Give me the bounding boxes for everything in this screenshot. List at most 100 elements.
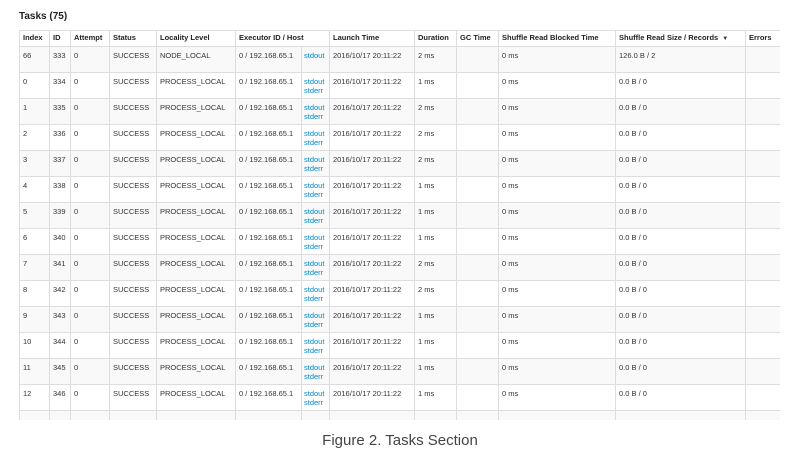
stdout-link[interactable]: stdout: [304, 259, 327, 268]
cell-shuffle-read-size-records: 0.0 B / 0: [615, 150, 747, 177]
cell-index: 5: [19, 202, 50, 229]
stdout-link[interactable]: stdout: [304, 181, 327, 190]
column-header-index[interactable]: Index: [19, 30, 50, 47]
cell-gc-time: [456, 98, 500, 125]
cell-logs: stdout: [300, 46, 331, 73]
stdout-link[interactable]: stdout: [304, 129, 327, 138]
cell-shuffle-read-size-records: 0.0 B / 0: [615, 72, 747, 99]
cell-gc-time: [456, 254, 500, 281]
column-header-executor-host[interactable]: Executor ID / Host: [234, 30, 331, 47]
column-header-launch-time[interactable]: Launch Time: [329, 30, 416, 47]
cell-gc-time: [456, 280, 500, 307]
stderr-link[interactable]: stderr: [304, 138, 327, 147]
cell-status: SUCCESS: [109, 306, 157, 333]
stderr-link[interactable]: stderr: [304, 86, 327, 95]
stdout-link[interactable]: stdout: [304, 77, 327, 86]
cell-executor-host: 0 / 192.168.65.1: [235, 254, 302, 281]
column-header-duration[interactable]: Duration: [414, 30, 458, 47]
cell-errors: [745, 384, 780, 411]
stdout-link[interactable]: stdout: [304, 363, 327, 372]
stderr-link[interactable]: stderr: [304, 346, 327, 355]
cell-errors: [745, 124, 780, 151]
stderr-link[interactable]: stderr: [304, 190, 327, 199]
cell-duration: 1 ms: [414, 332, 458, 359]
cell-executor-host: 0 / 192.168.65.1: [235, 202, 302, 229]
stdout-link[interactable]: stdout: [304, 311, 327, 320]
stdout-link[interactable]: stdout: [304, 337, 327, 346]
tasks-table: Index ID Attempt Status Locality Level E…: [19, 30, 780, 420]
cell-launch-time: [329, 410, 416, 420]
cell-launch-time: 2016/10/17 20:11:22: [329, 254, 416, 281]
cell-duration: 1 ms: [414, 202, 458, 229]
cell-gc-time: [456, 150, 500, 177]
column-header-attempt[interactable]: Attempt: [70, 30, 110, 47]
cell-launch-time: 2016/10/17 20:11:22: [329, 176, 416, 203]
column-header-errors[interactable]: Errors: [745, 30, 780, 47]
cell-executor-host: 0 / 192.168.65.1: [235, 72, 302, 99]
cell-shuffle-read-blocked-time: 0 ms: [498, 124, 617, 151]
stdout-link[interactable]: stdout: [304, 285, 327, 294]
cell-index: 12: [19, 384, 50, 411]
cell-logs: stdout stderr: [300, 358, 331, 385]
cell-locality-level: PROCESS_LOCAL: [156, 124, 236, 151]
cell-launch-time: 2016/10/17 20:11:22: [329, 150, 416, 177]
cell-locality-level: PROCESS_LOCAL: [156, 332, 236, 359]
cell-shuffle-read-size-records: 0.0 B / 0: [615, 332, 747, 359]
cell-locality-level: PROCESS_LOCAL: [156, 358, 236, 385]
cell-logs: stdout stderr: [300, 124, 331, 151]
cell-launch-time: 2016/10/17 20:11:22: [329, 72, 416, 99]
cell-status: SUCCESS: [109, 332, 157, 359]
cell-status: SUCCESS: [109, 124, 157, 151]
cell-index: 3: [19, 150, 50, 177]
stderr-link[interactable]: stderr: [304, 242, 327, 251]
cell-errors: [745, 410, 780, 420]
stdout-link[interactable]: stdout: [304, 233, 327, 242]
stderr-link[interactable]: stderr: [304, 320, 327, 329]
stderr-link[interactable]: stderr: [304, 294, 327, 303]
stderr-link[interactable]: stderr: [304, 112, 327, 121]
stderr-link[interactable]: stderr: [304, 216, 327, 225]
cell-errors: [745, 228, 780, 255]
stdout-link[interactable]: stdout: [304, 155, 327, 164]
cell-attempt: 0: [70, 280, 110, 307]
cell-locality-level: PROCESS_LOCAL: [156, 176, 236, 203]
stderr-link[interactable]: stderr: [304, 268, 327, 277]
cell-attempt: 0: [70, 358, 110, 385]
column-header-locality-level[interactable]: Locality Level: [156, 30, 236, 47]
cell-launch-time: 2016/10/17 20:11:22: [329, 124, 416, 151]
cell-errors: [745, 358, 780, 385]
cell-gc-time: [456, 410, 500, 420]
stdout-link[interactable]: stdout: [304, 103, 327, 112]
cell-attempt: 0: [70, 176, 110, 203]
stderr-link[interactable]: stderr: [304, 398, 327, 407]
column-header-shuffle-read-blocked-time[interactable]: Shuffle Read Blocked Time: [498, 30, 617, 47]
cell-shuffle-read-blocked-time: 0 ms: [498, 332, 617, 359]
cell-executor-host: 0 / 192.168.65.1: [235, 98, 302, 125]
stdout-link[interactable]: stdout: [304, 207, 327, 216]
column-header-status[interactable]: Status: [109, 30, 157, 47]
column-header-id[interactable]: ID: [49, 30, 71, 47]
table-row: 5 339 0 SUCCESS PROCESS_LOCAL 0 / 192.168.65.…: [19, 202, 780, 229]
cell-logs: stdout stderr: [300, 332, 331, 359]
cell-shuffle-read-blocked-time: 0 ms: [498, 228, 617, 255]
cell-attempt: 0: [70, 98, 110, 125]
cell-duration: [414, 410, 458, 420]
cell-shuffle-read-blocked-time: 0 ms: [498, 384, 617, 411]
stderr-link[interactable]: stderr: [304, 164, 327, 173]
table-header-row: Index ID Attempt Status Locality Level E…: [19, 30, 780, 47]
cell-shuffle-read-size-records: [615, 410, 747, 420]
sort-descending-icon: ▼: [722, 36, 729, 42]
cell-duration: 1 ms: [414, 176, 458, 203]
tasks-section-title: Tasks (75): [19, 11, 68, 22]
stdout-link[interactable]: stdout: [304, 389, 327, 398]
stderr-link[interactable]: stderr: [304, 372, 327, 381]
cell-logs: stdout stderr: [300, 202, 331, 229]
table-row: 8 342 0 SUCCESS PROCESS_LOCAL 0 / 192.168.65.…: [19, 280, 780, 307]
table-row: 4 338 0 SUCCESS PROCESS_LOCAL 0 / 192.168.65.…: [19, 176, 780, 203]
column-header-shuffle-read-size-records[interactable]: Shuffle Read Size / Records ▼: [615, 30, 747, 47]
stdout-link[interactable]: stdout: [304, 51, 327, 60]
cell-launch-time: 2016/10/17 20:11:22: [329, 306, 416, 333]
column-header-gc-time[interactable]: GC Time: [456, 30, 500, 47]
cell-gc-time: [456, 46, 500, 73]
table-row: 0 334 0 SUCCESS PROCESS_LOCAL 0 / 192.168.65.…: [19, 72, 780, 99]
